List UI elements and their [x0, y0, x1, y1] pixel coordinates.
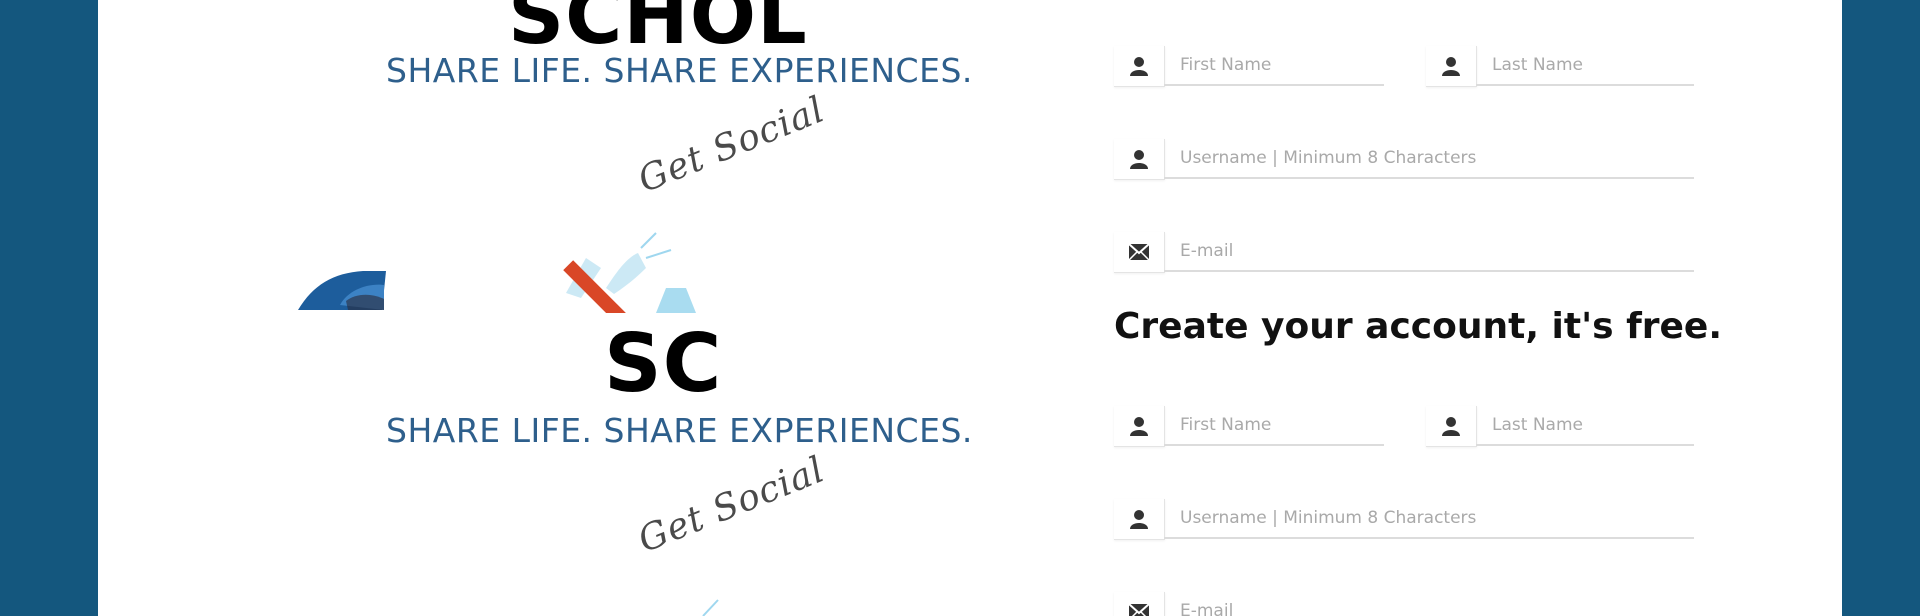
create-account-heading: Create your account, it's free.	[1114, 306, 1722, 347]
user-icon	[1114, 46, 1165, 87]
envelope-icon	[1114, 592, 1165, 616]
last-name-input[interactable]	[1476, 46, 1694, 86]
username-row-2	[1114, 499, 1694, 541]
first-name-row-2	[1114, 406, 1384, 448]
tagline-top: SHARE LIFE. SHARE EXPERIENCES.	[386, 51, 973, 90]
main-panel: SCHOL SHARE LIFE. SHARE EXPERIENCES. Get…	[98, 0, 1842, 616]
get-social-script-top: Get Social	[632, 89, 831, 201]
tagline-mid: SHARE LIFE. SHARE EXPERIENCES.	[386, 411, 973, 450]
username-input[interactable]	[1164, 499, 1694, 539]
first-name-input[interactable]	[1164, 406, 1384, 446]
envelope-icon	[1114, 232, 1165, 273]
user-icon	[1426, 46, 1477, 87]
user-icon	[1114, 499, 1165, 540]
last-name-input[interactable]	[1476, 406, 1694, 446]
pencil-sparkle-graphic	[563, 232, 696, 313]
sparkle-fragment-bottom	[702, 599, 719, 616]
user-icon	[1426, 406, 1477, 447]
username-input[interactable]	[1164, 139, 1694, 179]
get-social-script-bottom: Get Social	[632, 449, 831, 561]
username-row-1	[1114, 139, 1694, 181]
email-row-1	[1114, 232, 1694, 274]
logo-wordmark-mid: SC	[604, 317, 723, 410]
email-input[interactable]	[1164, 592, 1694, 616]
last-name-row-1	[1426, 46, 1694, 88]
user-icon	[1114, 406, 1165, 447]
first-name-input[interactable]	[1164, 46, 1384, 86]
email-input[interactable]	[1164, 232, 1694, 272]
last-name-row-2	[1426, 406, 1694, 448]
email-row-2	[1114, 592, 1694, 616]
logo-wordmark-top: SCHOL	[508, 0, 808, 62]
user-icon	[1114, 139, 1165, 180]
first-name-row-1	[1114, 46, 1384, 88]
